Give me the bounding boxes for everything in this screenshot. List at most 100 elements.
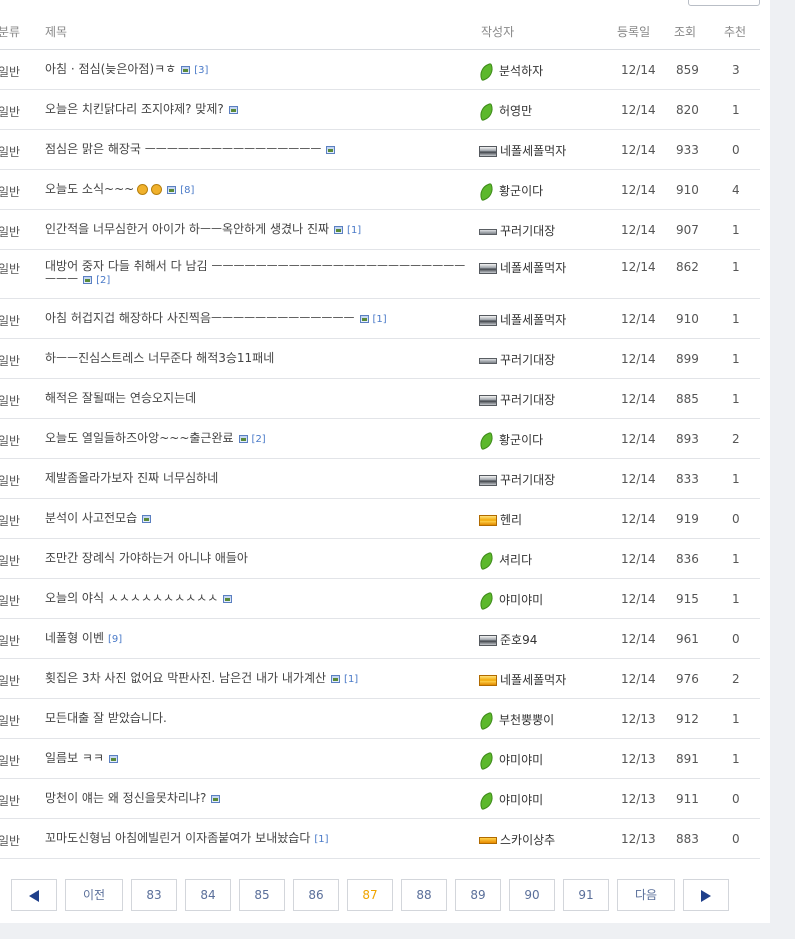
row-title-link[interactable]: 일름보 ㅋㅋ (45, 752, 470, 765)
row-title-link[interactable]: 오늘도 열일들하즈아앙~~~출근완료 [2] (45, 432, 470, 446)
table-row[interactable]: 일반 오늘도 소식~~~ [8] 황군이다 12/14 910 4 (0, 170, 760, 210)
row-title-link[interactable]: 하ㅡㅡ진심스트레스 너무준다 해적3승11패네 (45, 352, 470, 365)
leaf-level-icon (477, 182, 496, 201)
row-recommend: 2 (732, 432, 740, 446)
row-author[interactable]: 꾸러기대장 (479, 351, 555, 368)
row-title-text: 하ㅡㅡ진심스트레스 너무준다 해적3승11패네 (45, 351, 275, 365)
row-author[interactable]: 스카이상추 (479, 831, 555, 848)
clap-emoji-icon (137, 184, 149, 195)
table-row[interactable]: 일반 하ㅡㅡ진심스트레스 너무준다 해적3승11패네 꾸러기대장 12/14 899 1 (0, 339, 760, 379)
comment-count[interactable]: [1] (347, 225, 361, 236)
row-title-link[interactable]: 망천이 얘는 왜 정신을못차리냐? (45, 792, 470, 805)
table-row[interactable]: 일반 오늘도 열일들하즈아앙~~~출근완료 [2] 황군이다 12/14 893 2 (0, 419, 760, 459)
row-author[interactable]: 네폴세폴먹자 (479, 311, 566, 328)
page-number-button[interactable]: 83 (131, 879, 177, 911)
row-author[interactable]: 야미야미 (477, 791, 543, 810)
table-row[interactable]: 일반 아침 · 점심(늦은아점)ㅋㅎ [3] 분석하자 12/14 859 3 (0, 50, 760, 90)
row-views: 859 (676, 63, 699, 77)
prev-page-button[interactable]: 이전 (65, 879, 123, 911)
header-author: 작성자 (481, 25, 515, 39)
table-row[interactable]: 일반 분석이 사고전모습 헨리 12/14 919 0 (0, 499, 760, 539)
row-date: 12/14 (621, 143, 656, 157)
row-title-link[interactable]: 오늘도 소식~~~ [8] (45, 183, 470, 197)
comment-count[interactable]: [9] (108, 634, 122, 645)
row-author[interactable]: 허영만 (477, 102, 532, 121)
table-row[interactable]: 일반 대방어 중자 다들 취해서 다 남김 ㅡㅡㅡㅡㅡㅡㅡㅡㅡㅡㅡㅡㅡㅡㅡㅡㅡㅡㅡ… (0, 250, 760, 299)
page-number-button[interactable]: 90 (509, 879, 555, 911)
table-row[interactable]: 일반 망천이 얘는 왜 정신을못차리냐? 야미야미 12/13 911 0 (0, 779, 760, 819)
comment-count[interactable]: [8] (180, 185, 194, 196)
table-row[interactable]: 일반 점심은 맑은 해장국 ㅡㅡㅡㅡㅡㅡㅡㅡㅡㅡㅡㅡㅡㅡㅡㅡ 네폴세폴먹자 12/14… (0, 130, 760, 170)
author-name: 꾸러기대장 (500, 393, 556, 407)
comment-count[interactable]: [1] (314, 834, 328, 845)
row-author[interactable]: 헨리 (479, 511, 522, 528)
row-author[interactable]: 부천뿡뿡이 (477, 711, 554, 730)
table-row[interactable]: 일반 조만간 장례식 가야하는거 아니냐 애들아 셔리다 12/14 836 1 (0, 539, 760, 579)
table-row[interactable]: 일반 아침 허겁지겁 해장하다 사진찍음ㅡㅡㅡㅡㅡㅡㅡㅡㅡㅡㅡㅡㅡ [1] 네폴세폴먹… (0, 299, 760, 339)
row-date: 12/13 (621, 752, 656, 766)
row-author[interactable]: 네폴세폴먹자 (479, 259, 566, 276)
row-title-link[interactable]: 해적은 잘될때는 연승오지는데 (45, 392, 470, 405)
page-number-button[interactable]: 89 (455, 879, 501, 911)
row-author[interactable]: 황군이다 (477, 431, 543, 450)
page-number-button[interactable]: 91 (563, 879, 609, 911)
table-row[interactable]: 일반 횟집은 3차 사진 없어요 막판사진. 남은건 내가 내가계산 [1] 네폴세폴… (0, 659, 760, 699)
leaf-level-icon (477, 591, 496, 610)
row-views: 836 (676, 552, 699, 566)
page-number-button[interactable]: 84 (185, 879, 231, 911)
row-author[interactable]: 야미야미 (477, 591, 543, 610)
row-category: 일반 (0, 145, 21, 159)
first-page-button[interactable] (11, 879, 57, 911)
row-author[interactable]: 네폴세폴먹자 (479, 671, 566, 688)
row-author[interactable]: 황군이다 (477, 182, 543, 201)
row-title-link[interactable]: 제발좀올라가보자 진짜 너무심하네 (45, 472, 470, 485)
row-author[interactable]: 네폴세폴먹자 (479, 142, 566, 159)
row-author[interactable]: 분석하자 (477, 62, 543, 81)
table-row[interactable]: 일반 모든대출 잘 받았습니다. 부천뿡뿡이 12/13 912 1 (0, 699, 760, 739)
row-author[interactable]: 꾸러기대장 (479, 471, 555, 488)
table-row[interactable]: 일반 오늘의 야식 ㅅㅅㅅㅅㅅㅅㅅㅅㅅㅅ 야미야미 12/14 915 1 (0, 579, 760, 619)
row-title-link[interactable]: 오늘의 야식 ㅅㅅㅅㅅㅅㅅㅅㅅㅅㅅ (45, 592, 470, 605)
image-attached-icon (326, 145, 336, 154)
row-author[interactable]: 준호94 (479, 631, 537, 648)
next-page-button[interactable]: 다음 (617, 879, 675, 911)
row-title-link[interactable]: 인간적을 너무심한거 아이가 하ㅡㅡ옥안하게 생겼나 진짜 [1] (45, 223, 470, 237)
page-number-button[interactable]: 87 (347, 879, 393, 911)
write-button[interactable] (688, 0, 760, 6)
row-title-link[interactable]: 조만간 장례식 가야하는거 아니냐 애들아 (45, 552, 470, 565)
comment-count[interactable]: [2] (96, 275, 110, 286)
page-number-button[interactable]: 88 (401, 879, 447, 911)
table-row[interactable]: 일반 해적은 잘될때는 연승오지는데 꾸러기대장 12/14 885 1 (0, 379, 760, 419)
comment-count[interactable]: [1] (344, 674, 358, 685)
table-row[interactable]: 일반 네폴형 이벤 [9] 준호94 12/14 961 0 (0, 619, 760, 659)
row-title-link[interactable]: 아침 허겁지겁 해장하다 사진찍음ㅡㅡㅡㅡㅡㅡㅡㅡㅡㅡㅡㅡㅡ [1] (45, 312, 470, 326)
row-title-link[interactable]: 오늘은 치킨닭다리 조지야제? 맞제? (45, 103, 470, 116)
table-row[interactable]: 일반 제발좀올라가보자 진짜 너무심하네 꾸러기대장 12/14 833 1 (0, 459, 760, 499)
row-author[interactable]: 꾸러기대장 (479, 222, 555, 239)
comment-count[interactable]: [1] (373, 314, 387, 325)
row-title-link[interactable]: 모든대출 잘 받았습니다. (45, 712, 470, 725)
author-name: 준호94 (500, 633, 538, 647)
table-row[interactable]: 일반 꼬마도신형님 아침에빌린거 이자좀붙여가 보내놨습다 [1] 스카이상추 12/1… (0, 819, 760, 859)
comment-count[interactable]: [2] (252, 434, 266, 445)
row-category: 일반 (0, 594, 21, 608)
comment-count[interactable]: [3] (194, 65, 208, 76)
row-author[interactable]: 셔리다 (477, 551, 532, 570)
last-page-button[interactable] (683, 879, 729, 911)
row-author[interactable]: 꾸러기대장 (479, 391, 555, 408)
row-title-link[interactable]: 네폴형 이벤 [9] (45, 632, 470, 646)
table-row[interactable]: 일반 일름보 ㅋㅋ 야미야미 12/13 891 1 (0, 739, 760, 779)
image-attached-icon (109, 754, 119, 763)
row-title-link[interactable]: 대방어 중자 다들 취해서 다 남김 ㅡㅡㅡㅡㅡㅡㅡㅡㅡㅡㅡㅡㅡㅡㅡㅡㅡㅡㅡㅡㅡ… (45, 260, 470, 287)
row-title-link[interactable]: 횟집은 3차 사진 없어요 막판사진. 남은건 내가 내가계산 [1] (45, 672, 470, 686)
page-number-button[interactable]: 86 (293, 879, 339, 911)
table-row[interactable]: 일반 오늘은 치킨닭다리 조지야제? 맞제? 허영만 12/14 820 1 (0, 90, 760, 130)
row-title-link[interactable]: 꼬마도신형님 아침에빌린거 이자좀붙여가 보내놨습다 [1] (45, 832, 470, 846)
row-title-link[interactable]: 점심은 맑은 해장국 ㅡㅡㅡㅡㅡㅡㅡㅡㅡㅡㅡㅡㅡㅡㅡㅡ (45, 143, 470, 156)
page-number-button[interactable]: 85 (239, 879, 285, 911)
row-author[interactable]: 야미야미 (477, 751, 543, 770)
row-title-link[interactable]: 분석이 사고전모습 (45, 512, 470, 525)
row-category: 일반 (0, 474, 21, 488)
row-title-link[interactable]: 아침 · 점심(늦은아점)ㅋㅎ [3] (45, 63, 470, 77)
table-row[interactable]: 일반 인간적을 너무심한거 아이가 하ㅡㅡ옥안하게 생겼나 진짜 [1] 꾸러기대장 1… (0, 210, 760, 250)
